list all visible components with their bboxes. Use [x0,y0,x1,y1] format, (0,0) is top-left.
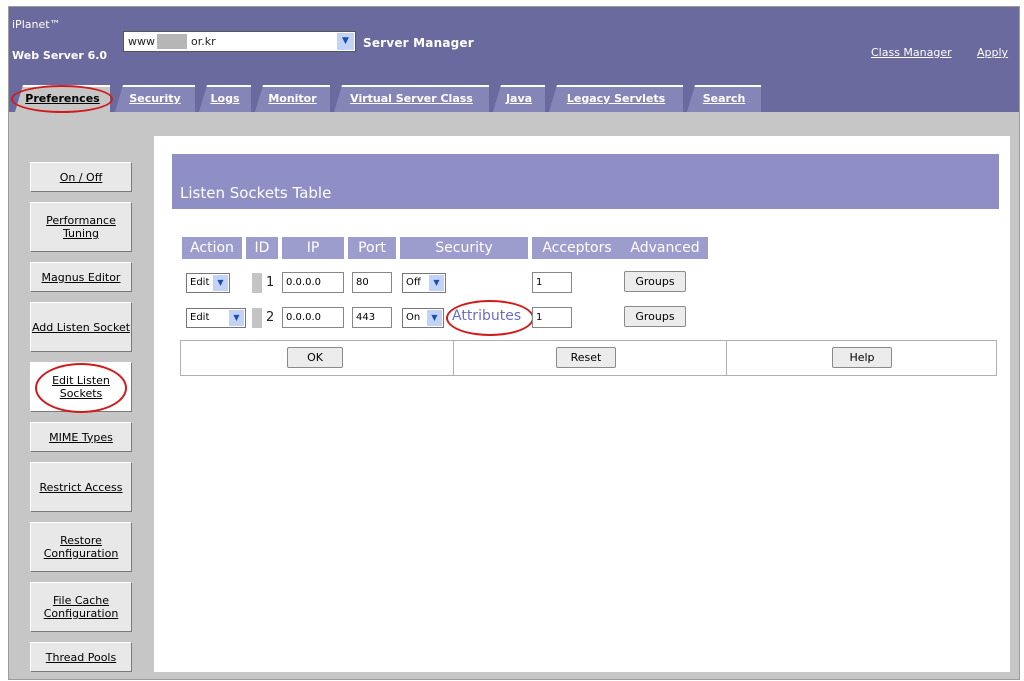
header-action: Action [182,237,242,259]
nav-label: File Cache Configuration [43,594,119,620]
row1-acceptors-input[interactable]: 1 [532,272,572,293]
nav-label: Performance Tuning [46,214,116,240]
chevron-down-icon: ▼ [229,310,244,326]
row2-attributes-link[interactable]: Attributes [452,308,521,324]
row1-action-select[interactable]: Edit ▼ [186,273,230,293]
row1-id-marker [252,273,262,293]
row2-id: 2 [266,310,275,325]
nav-label: Magnus Editor [41,270,121,284]
nav-label: Edit Listen Sockets [52,374,110,400]
row1-ip-input[interactable]: 0.0.0.0 [282,272,344,293]
nav-restore-configuration[interactable]: Restore Configuration [30,522,132,572]
ok-button[interactable]: OK [287,347,343,368]
nav-label: Add Listen Socket [31,320,131,334]
row2-security: On [406,312,421,323]
row2-action-select[interactable]: Edit ▼ [186,308,246,328]
table-title: Listen Sockets Table [180,184,332,202]
tab-preferences[interactable]: Preferences [15,85,110,112]
header-acceptors: Acceptors [532,237,622,259]
divider [726,341,727,375]
server-domain: or.kr [191,35,216,48]
row2-port-input[interactable]: 443 [352,307,392,328]
header-id: ID [246,237,278,259]
help-button[interactable]: Help [832,347,892,368]
nav-restrict-access[interactable]: Restrict Access [30,462,132,512]
nav-on-off[interactable]: On / Off [30,162,132,192]
row1-security: Off [406,277,421,288]
server-select[interactable]: www or.kr ▼ [123,31,356,52]
nav-file-cache-configuration[interactable]: File Cache Configuration [30,582,132,632]
row2-acceptors-input[interactable]: 1 [532,307,572,328]
header-bar: iPlanet™ Web Server 6.0 www or.kr ▼ Serv… [9,7,1019,112]
nav-label: Restore Configuration [43,534,119,560]
divider [453,341,454,375]
nav-thread-pools[interactable]: Thread Pools [30,642,132,672]
tab-logs[interactable]: Logs [199,85,251,112]
tab-java[interactable]: Java [493,85,545,112]
brand-line1: iPlanet™ [12,18,61,31]
reset-button[interactable]: Reset [556,347,616,368]
nav-label: MIME Types [49,430,113,444]
tab-search[interactable]: Search [687,85,761,112]
nav-add-listen-socket[interactable]: Add Listen Socket [30,302,132,352]
header-security: Security [400,237,528,259]
apply-link[interactable]: Apply [977,46,1008,59]
row2-security-select[interactable]: On ▼ [402,308,444,328]
chevron-down-icon: ▼ [429,275,444,291]
row1-action: Edit [190,277,210,288]
row2-action: Edit [190,312,210,323]
tab-monitor[interactable]: Monitor [255,85,330,112]
nav-edit-listen-sockets[interactable]: Edit Listen Sockets [30,362,132,412]
row1-groups-button[interactable]: Groups [624,271,686,292]
row1-security-select[interactable]: Off ▼ [402,273,446,293]
row2-ip-input[interactable]: 0.0.0.0 [282,307,344,328]
table-title-bar: Listen Sockets Table [172,154,999,209]
header-advanced: Advanced [622,237,708,259]
nav-magnus-editor[interactable]: Magnus Editor [30,262,132,292]
nav-label: Thread Pools [45,650,117,664]
chevron-down-icon: ▼ [427,310,442,326]
nav-mime-types[interactable]: MIME Types [30,422,132,452]
redacted-mask [157,34,187,49]
nav-label: Restrict Access [39,480,123,494]
content-panel [154,136,1010,672]
row2-id-marker [252,308,262,328]
class-manager-link[interactable]: Class Manager [871,46,952,59]
page-title: Server Manager [363,36,474,50]
nav-label: On / Off [59,170,103,184]
tab-legacy-servlets[interactable]: Legacy Servlets [549,85,683,112]
tab-security[interactable]: Security [115,85,195,112]
row2-groups-button[interactable]: Groups [624,306,686,327]
tab-virtual-server-class[interactable]: Virtual Server Class [334,85,489,112]
nav-performance-tuning[interactable]: Performance Tuning [30,202,132,252]
row1-port-input[interactable]: 80 [352,272,392,293]
brand-line2: Web Server 6.0 [12,49,108,62]
chevron-down-icon[interactable]: ▼ [337,33,354,50]
header-port: Port [348,237,396,259]
chevron-down-icon: ▼ [213,275,228,291]
server-prefix: www [128,35,155,48]
header-ip: IP [282,237,344,259]
row1-id: 1 [266,275,275,290]
